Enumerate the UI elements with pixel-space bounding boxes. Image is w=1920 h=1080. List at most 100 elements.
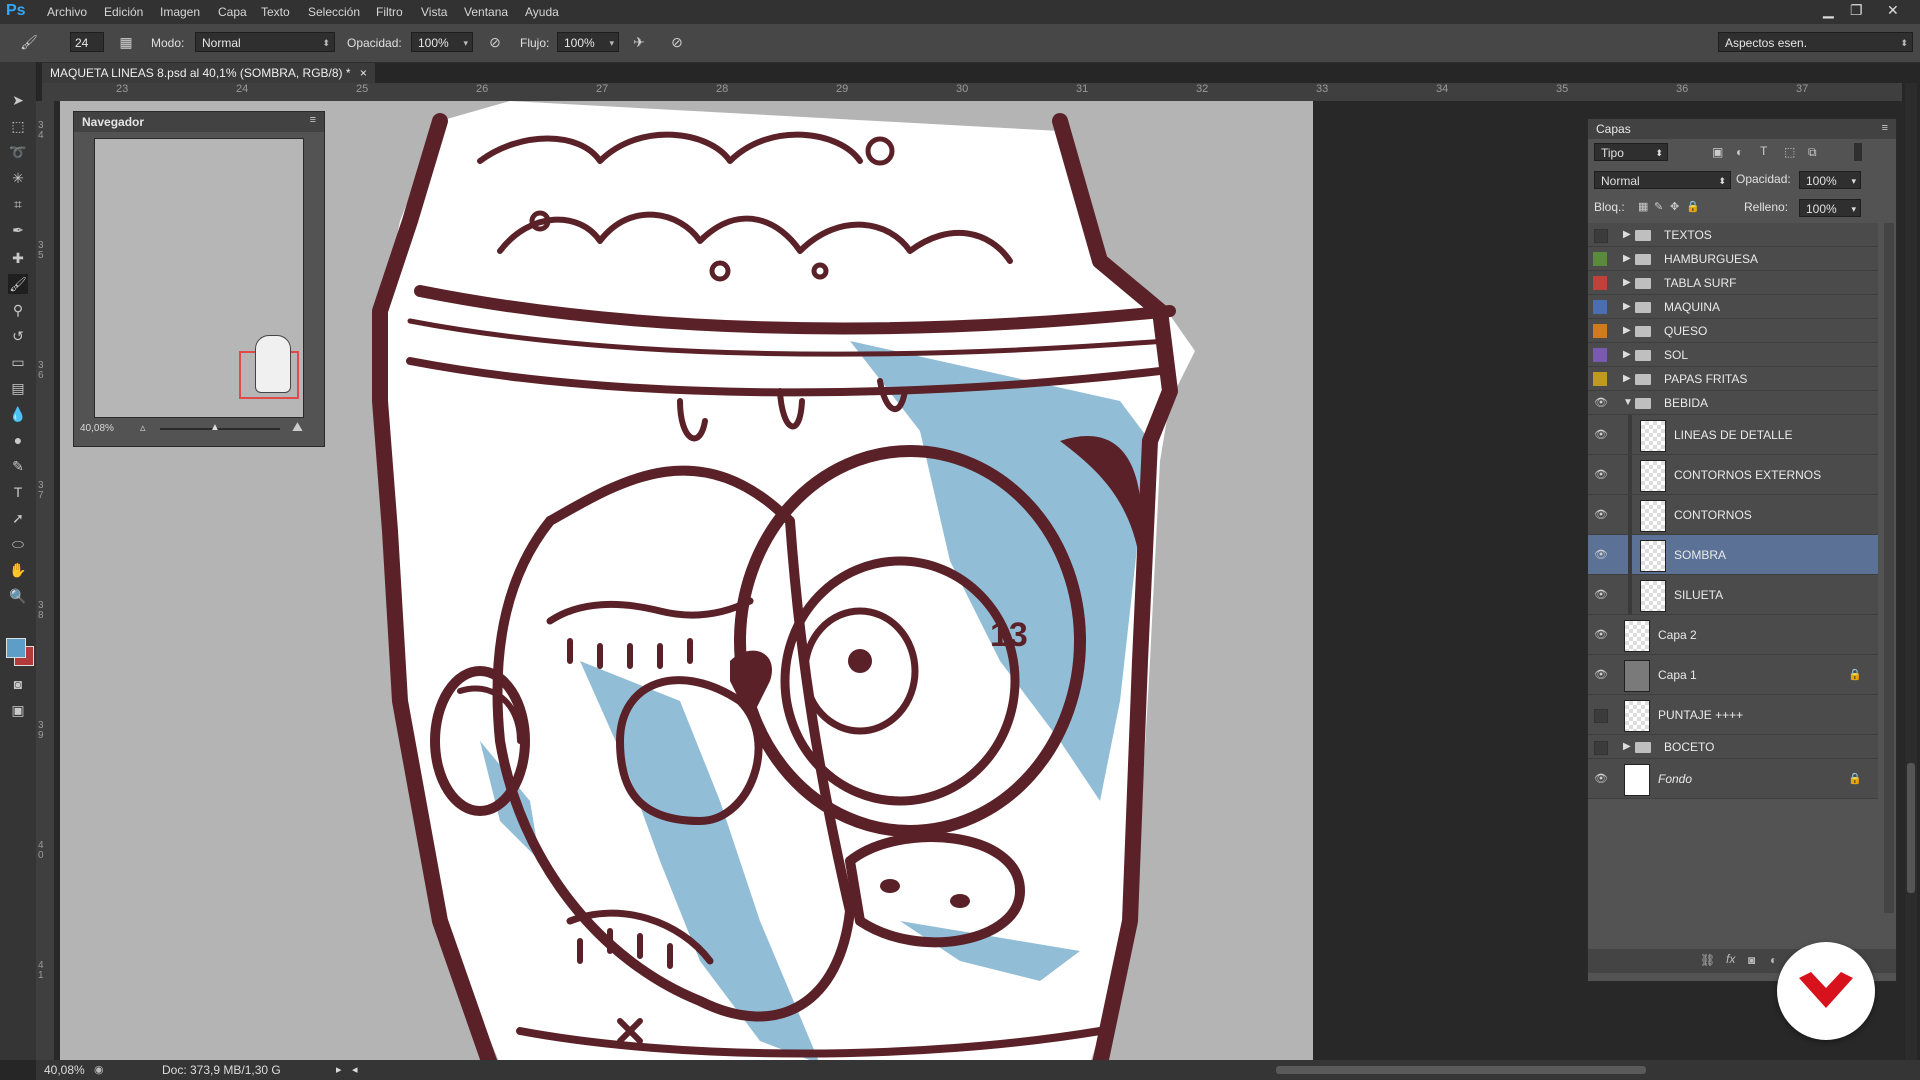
- navigator-preview[interactable]: [94, 138, 304, 418]
- visibility-eye-icon[interactable]: 👁: [1594, 509, 1608, 521]
- quick-mask-icon[interactable]: ◙: [8, 674, 28, 694]
- pressure-size-icon[interactable]: ⊘: [668, 34, 686, 52]
- layer-row[interactable]: ▶ MAQUINA: [1588, 295, 1878, 319]
- status-menu-icon[interactable]: ▸: [336, 1063, 342, 1076]
- mode-select[interactable]: Normal ⬍: [195, 32, 335, 52]
- marquee-tool-icon[interactable]: ⬚: [8, 116, 28, 136]
- minimize-icon[interactable]: ▁: [1823, 2, 1834, 19]
- expand-group-icon[interactable]: ▶: [1623, 229, 1631, 240]
- menu-seleccion[interactable]: Selección: [308, 5, 360, 19]
- menu-ventana[interactable]: Ventana: [464, 5, 508, 19]
- vertical-scroll-thumb[interactable]: [1907, 763, 1915, 893]
- menu-archivo[interactable]: Archivo: [47, 5, 87, 19]
- screen-mode-icon[interactable]: ▣: [8, 700, 28, 720]
- layer-row[interactable]: 👁 ▼ BEBIDA: [1588, 391, 1878, 415]
- path-select-tool-icon[interactable]: ➚: [8, 508, 28, 528]
- expand-group-icon[interactable]: ▶: [1623, 301, 1631, 312]
- layer-color-label[interactable]: [1593, 324, 1607, 338]
- workspace-select[interactable]: Aspectos esen. ⬍: [1718, 32, 1913, 52]
- pressure-opacity-icon[interactable]: ⊘: [486, 34, 504, 52]
- navigator-zoom-value[interactable]: 40,08%: [80, 423, 114, 434]
- visibility-eye-icon[interactable]: 👁: [1594, 669, 1608, 681]
- layer-color-label[interactable]: [1593, 348, 1607, 362]
- layer-row[interactable]: ▶ QUESO: [1588, 319, 1878, 343]
- visibility-eye-icon[interactable]: 👁: [1594, 549, 1608, 561]
- filter-pixel-icon[interactable]: ▣: [1712, 145, 1723, 159]
- move-tool-icon[interactable]: ➤: [8, 90, 28, 110]
- link-layers-icon[interactable]: ⛓: [1700, 953, 1715, 967]
- layer-thumbnail[interactable]: [1640, 460, 1666, 492]
- horizontal-scroll-thumb[interactable]: [1276, 1066, 1646, 1074]
- lasso-tool-icon[interactable]: ➰: [8, 142, 28, 162]
- layer-row[interactable]: 👁 CONTORNOS EXTERNOS: [1588, 455, 1878, 495]
- layer-row[interactable]: ▶ TABLA SURF: [1588, 271, 1878, 295]
- visibility-eye-icon[interactable]: 👁: [1594, 397, 1608, 409]
- crop-tool-icon[interactable]: ⌗: [8, 194, 28, 214]
- zoom-tool-icon[interactable]: 🔍: [8, 586, 28, 606]
- healing-tool-icon[interactable]: ✚: [8, 248, 28, 268]
- status-zoom[interactable]: 40,08%: [44, 1063, 85, 1077]
- zoom-in-icon[interactable]: ⛰: [292, 419, 303, 435]
- menu-capa[interactable]: Capa: [218, 5, 247, 19]
- layer-thumbnail[interactable]: [1624, 660, 1650, 692]
- menu-filtro[interactable]: Filtro: [376, 5, 403, 19]
- close-tab-icon[interactable]: ×: [360, 66, 367, 80]
- stamp-tool-icon[interactable]: ⚲: [8, 300, 28, 320]
- layers-scrollbar[interactable]: [1884, 223, 1894, 913]
- visibility-eye-icon[interactable]: 👁: [1594, 629, 1608, 641]
- menu-edicion[interactable]: Edición: [104, 5, 143, 19]
- visibility-eye-icon[interactable]: 👁: [1594, 429, 1608, 441]
- brush-size-picker[interactable]: 24: [70, 32, 104, 52]
- filter-type-icon[interactable]: T: [1760, 144, 1767, 158]
- menu-vista[interactable]: Vista: [421, 5, 447, 19]
- expand-group-icon[interactable]: ▶: [1623, 741, 1631, 752]
- foreground-color-swatch[interactable]: [6, 638, 26, 658]
- airbrush-icon[interactable]: ✈: [630, 34, 648, 52]
- lock-all-icon[interactable]: 🔒: [1686, 200, 1700, 213]
- document-tab[interactable]: MAQUETA LINEAS 8.psd al 40,1% (SOMBRA, R…: [42, 63, 375, 83]
- type-tool-icon[interactable]: T: [8, 482, 28, 502]
- layer-row[interactable]: ▶ TEXTOS: [1588, 223, 1878, 247]
- layer-row[interactable]: PUNTAJE ++++: [1588, 695, 1878, 735]
- fill-field[interactable]: 100% ▾: [1799, 199, 1861, 217]
- eraser-tool-icon[interactable]: ▭: [8, 352, 28, 372]
- filter-adjustment-icon[interactable]: ◐: [1736, 145, 1743, 159]
- brush-panel-icon[interactable]: ▦: [117, 34, 135, 52]
- filter-shape-icon[interactable]: ⬚: [1784, 145, 1795, 159]
- layer-thumbnail[interactable]: [1640, 540, 1666, 572]
- ellipse-tool-icon[interactable]: ⬭: [8, 534, 28, 554]
- layer-opacity-field[interactable]: 100% ▾: [1799, 171, 1861, 189]
- layer-row[interactable]: 👁 LINEAS DE DETALLE: [1588, 415, 1878, 455]
- expand-group-icon[interactable]: ▶: [1623, 253, 1631, 264]
- menu-ayuda[interactable]: Ayuda: [525, 5, 559, 19]
- layer-row[interactable]: ▶ HAMBURGUESA: [1588, 247, 1878, 271]
- gradient-tool-icon[interactable]: ▤: [8, 378, 28, 398]
- blend-mode-select[interactable]: Normal ⬍: [1594, 171, 1731, 189]
- layer-color-label[interactable]: [1593, 300, 1607, 314]
- layer-color-label[interactable]: [1593, 372, 1607, 386]
- layer-thumbnail[interactable]: [1624, 700, 1650, 732]
- expand-group-icon[interactable]: ▶: [1623, 349, 1631, 360]
- layer-row[interactable]: 👁 Capa 2: [1588, 615, 1878, 655]
- blur-tool-icon[interactable]: 💧: [8, 404, 28, 424]
- layer-thumbnail[interactable]: [1640, 580, 1666, 612]
- layer-color-label[interactable]: [1593, 276, 1607, 290]
- panel-menu-icon[interactable]: ≡: [1882, 122, 1888, 134]
- panel-menu-icon[interactable]: ≡: [310, 114, 316, 126]
- layer-row[interactable]: 👁 Fondo 🔒: [1588, 759, 1878, 799]
- visibility-eye-icon[interactable]: 👁: [1594, 773, 1608, 785]
- restore-icon[interactable]: ❐: [1850, 2, 1863, 19]
- visibility-eye-icon[interactable]: 👁: [1594, 589, 1608, 601]
- navigator-zoom-slider[interactable]: [160, 428, 280, 430]
- layer-thumbnail[interactable]: [1624, 620, 1650, 652]
- layer-row[interactable]: ▶ SOL: [1588, 343, 1878, 367]
- layer-row[interactable]: 👁 SOMBRA: [1588, 535, 1878, 575]
- brush-tool-icon[interactable]: 🖌: [8, 274, 28, 294]
- scroll-left-icon[interactable]: ◂: [352, 1063, 358, 1076]
- layer-thumbnail[interactable]: [1640, 500, 1666, 532]
- visibility-toggle[interactable]: [1594, 229, 1608, 243]
- expand-group-icon[interactable]: ▶: [1623, 325, 1631, 336]
- layer-filter-select[interactable]: Tipo ⬍: [1594, 143, 1668, 161]
- lock-pixels-icon[interactable]: ✎: [1654, 200, 1663, 213]
- layer-row[interactable]: ▶ BOCETO: [1588, 735, 1878, 759]
